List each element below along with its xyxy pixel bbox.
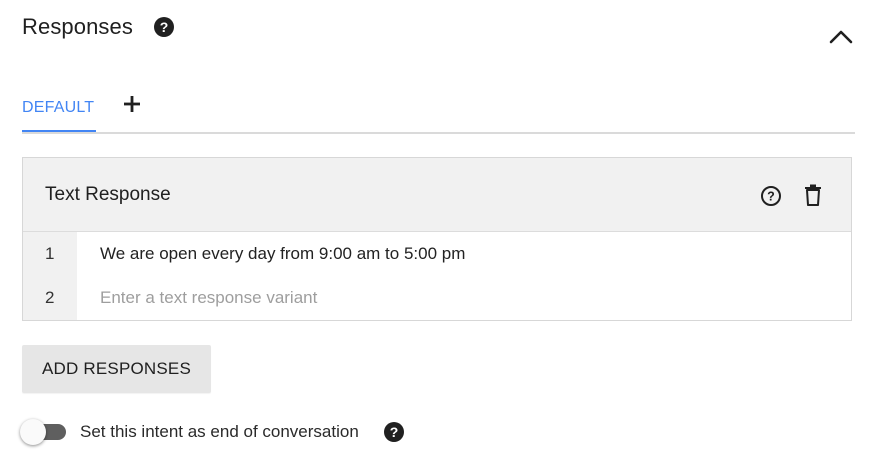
help-circle-icon[interactable]: ? <box>383 421 405 443</box>
card-header: Text Response ? <box>23 158 851 232</box>
response-tabs: DEFAULT <box>22 86 855 134</box>
tab-default[interactable]: DEFAULT <box>22 86 96 132</box>
row-index: 2 <box>23 276 77 320</box>
response-rows: 1 We are open every day from 9:00 am to … <box>23 232 851 320</box>
add-responses-button[interactable]: ADD RESPONSES <box>22 345 211 393</box>
text-response-card: Text Response ? 1 We are open every day … <box>22 157 852 321</box>
section-title: Responses <box>22 14 133 39</box>
chevron-up-icon[interactable] <box>826 24 856 50</box>
help-outline-icon[interactable]: ? <box>760 185 782 207</box>
trash-icon[interactable] <box>803 184 823 206</box>
row-index: 1 <box>23 232 77 276</box>
end-conversation-row: Set this intent as end of conversation ? <box>20 418 405 446</box>
responses-header: Responses ? <box>22 14 175 40</box>
response-row: 2 <box>23 276 851 320</box>
response-text[interactable]: We are open every day from 9:00 am to 5:… <box>77 244 465 264</box>
svg-text:?: ? <box>767 190 775 204</box>
plus-icon[interactable] <box>122 94 142 114</box>
card-title: Text Response <box>45 184 171 205</box>
help-circle-icon[interactable]: ? <box>153 16 175 38</box>
svg-text:?: ? <box>390 424 399 440</box>
response-variant-input[interactable] <box>100 288 800 308</box>
response-row: 1 We are open every day from 9:00 am to … <box>23 232 851 276</box>
toggle-thumb <box>20 419 46 445</box>
end-conversation-toggle[interactable] <box>20 419 70 445</box>
end-conversation-label: Set this intent as end of conversation <box>80 422 359 441</box>
svg-text:?: ? <box>160 19 169 35</box>
